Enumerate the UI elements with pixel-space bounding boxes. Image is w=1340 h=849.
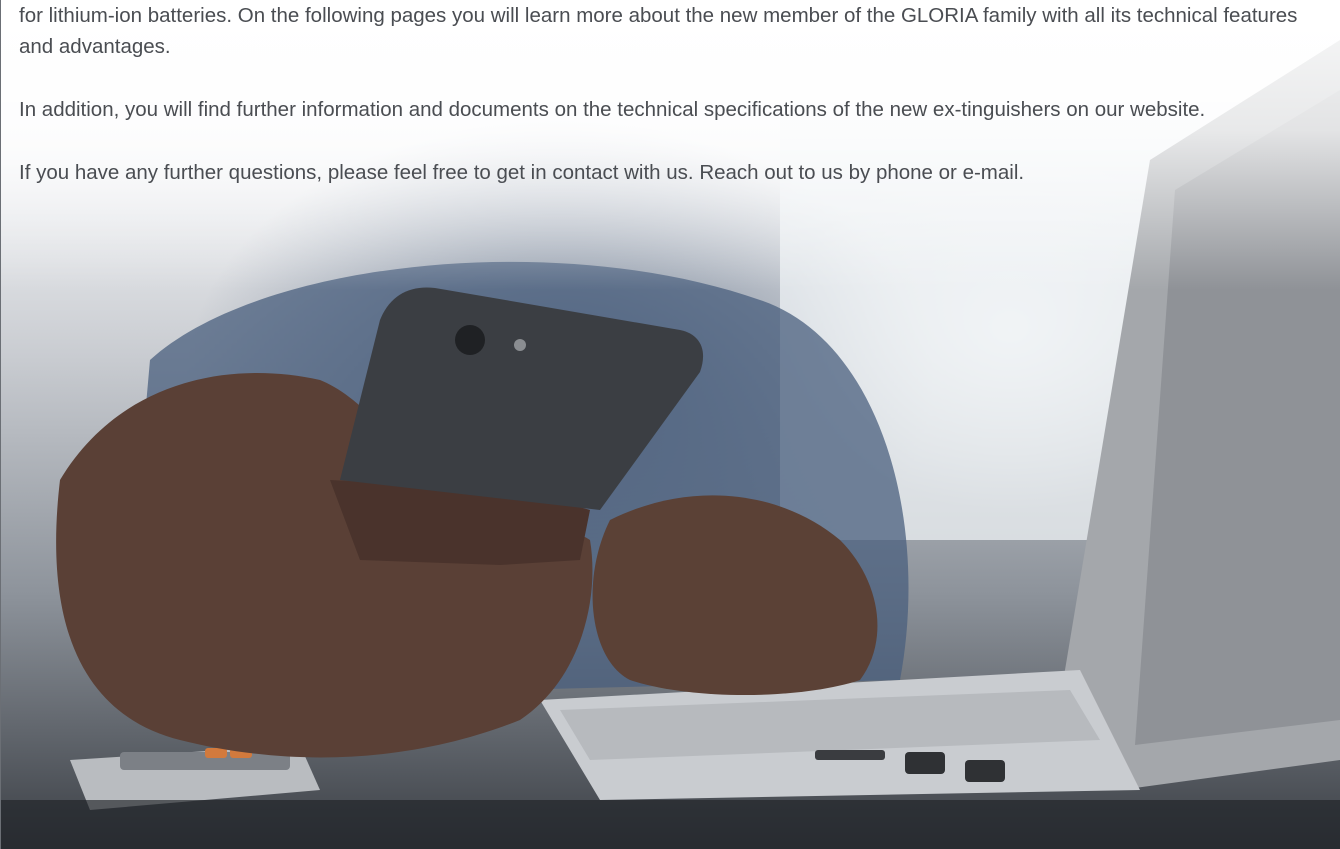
- page-left-border: [0, 0, 1, 849]
- paragraph-2: In addition, you will find further infor…: [19, 98, 1206, 121]
- document-page: for lithium-ion batteries. On the follow…: [0, 0, 1340, 849]
- paragraph-3: If you have any further questions, pleas…: [19, 161, 1025, 184]
- intro-text: for lithium-ion batteries. On the follow…: [19, 0, 1319, 220]
- paragraph-1: for lithium-ion batteries. On the follow…: [19, 4, 1298, 58]
